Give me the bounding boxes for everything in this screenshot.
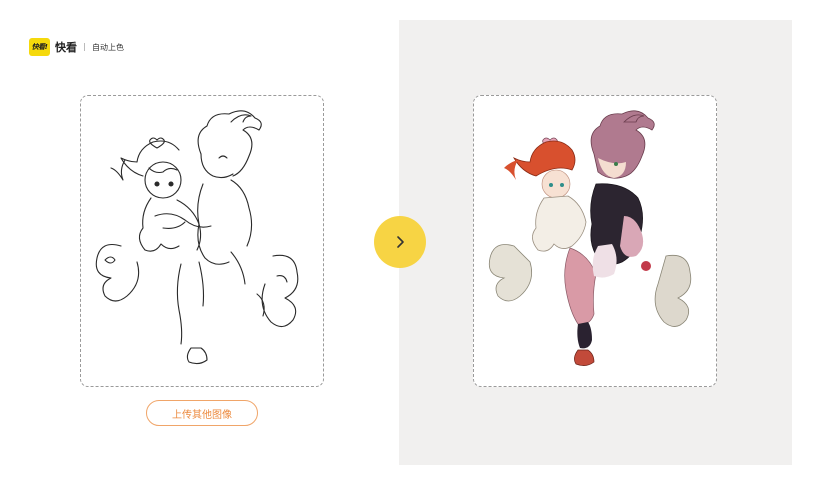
- line-art-image: [95, 110, 299, 365]
- input-image-card[interactable]: [80, 95, 324, 387]
- brand-name: 快看: [55, 41, 77, 54]
- upload-button-label: 上传其他图像: [172, 409, 232, 421]
- colorized-image: [488, 110, 692, 366]
- chevron-right-icon: [397, 236, 404, 248]
- logo-text: 快看!: [31, 43, 48, 51]
- output-image-card[interactable]: [473, 95, 717, 387]
- next-step-button[interactable]: [374, 216, 426, 268]
- page-title: 自动上色: [92, 42, 124, 52]
- header-divider: [84, 43, 85, 51]
- upload-other-image-button[interactable]: 上传其他图像: [146, 400, 258, 426]
- app-header: 快看! 快看 自动上色: [29, 38, 124, 56]
- kuaikan-logo[interactable]: 快看!: [29, 38, 50, 56]
